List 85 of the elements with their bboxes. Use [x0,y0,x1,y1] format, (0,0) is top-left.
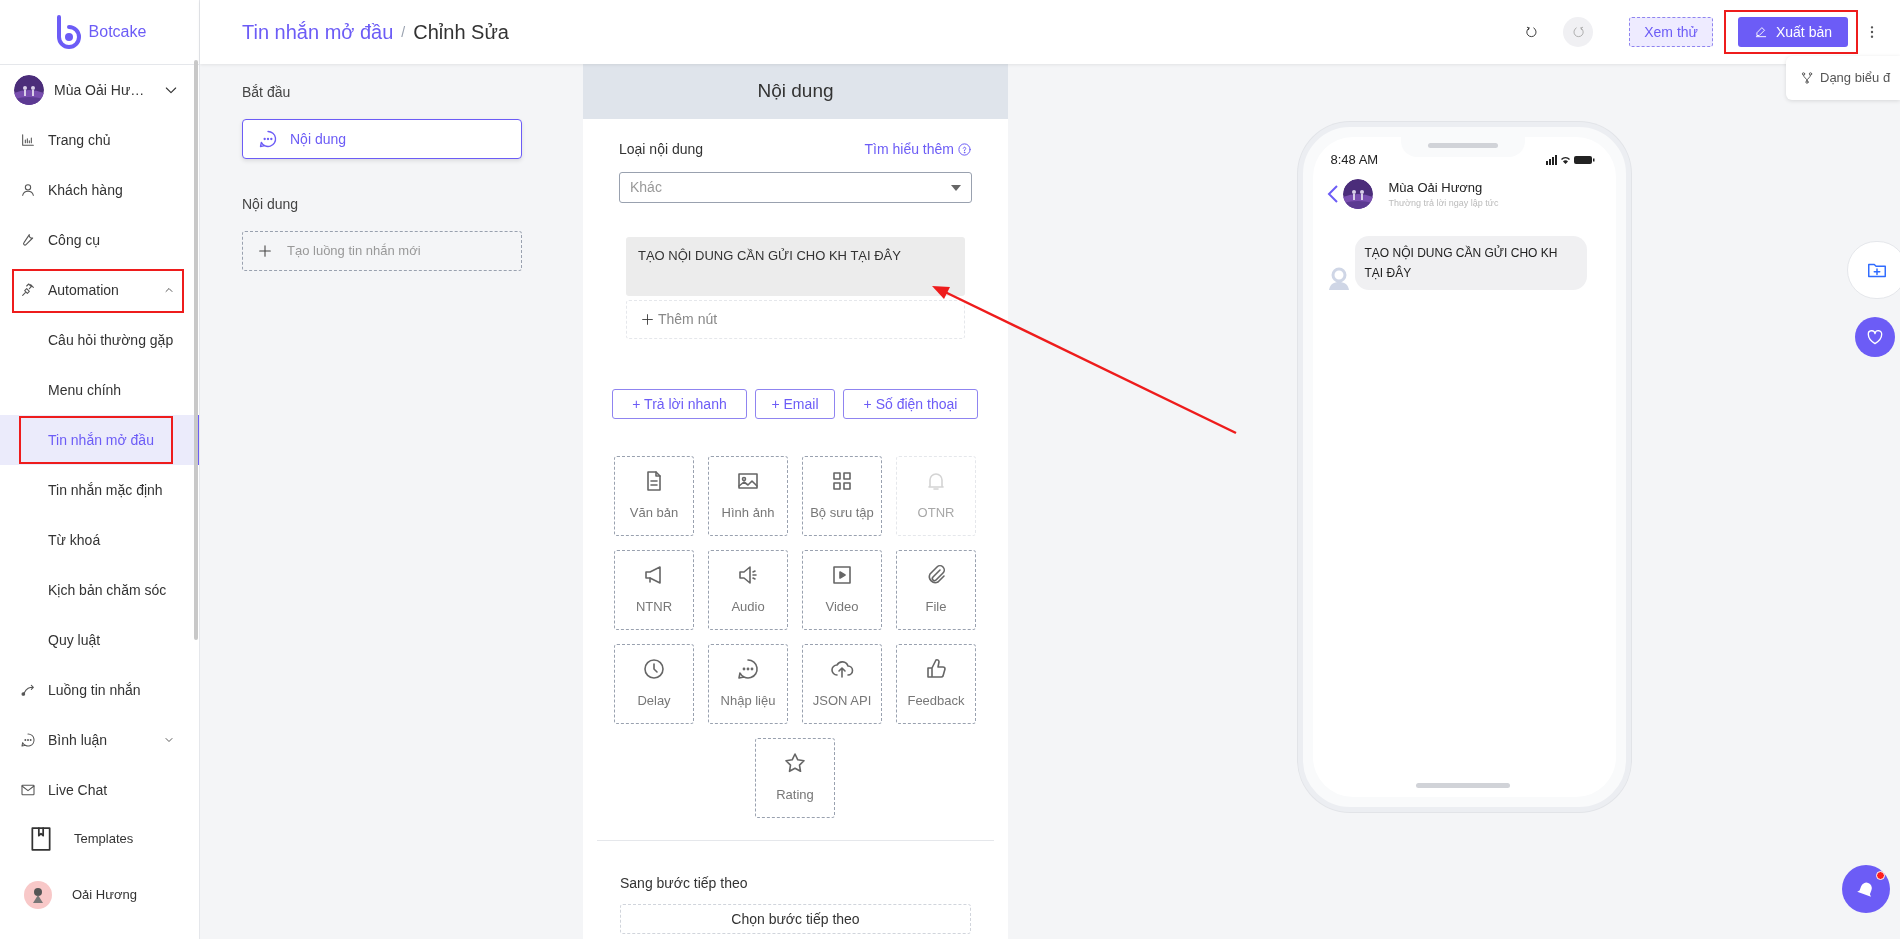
account-switcher[interactable]: Mùa Oải Hư… [0,65,199,115]
add-folder-button[interactable] [1847,241,1900,299]
next-step-button[interactable]: Chọn bước tiếp theo [620,904,971,934]
section-title: Bắt đầu [242,83,292,102]
dropdown-caret-icon [951,184,961,191]
sidebar-item[interactable]: Luồng tin nhắn [0,665,199,715]
sidebar-subitem[interactable]: Menu chính [0,365,199,415]
chat-bubble: TẠO NỘI DUNG CẦN GỬI CHO KH TẠI ĐÂY [1354,235,1587,290]
favorite-button[interactable] [1855,317,1895,357]
field-label: Sang bước tiếp theo [620,874,749,893]
page-title: Chỉnh Sửa [413,20,509,45]
field-label: Loại nội dung [619,140,704,159]
block-tile[interactable]: Video [802,550,882,630]
branch-icon [1800,71,1814,85]
sidebar-item[interactable]: Trang chủ [0,115,199,165]
status-icons [1545,154,1596,165]
clock-icon [642,657,666,682]
back-icon[interactable] [1326,184,1339,204]
sidebar-subitem[interactable]: Quy luật [0,615,199,665]
block-tile[interactable]: Nhập liệu [708,644,788,724]
quick-reply-button[interactable]: + Số điện thoại [843,389,978,419]
nav-icon [20,232,36,248]
nav-icon [20,132,36,148]
chat-name: Mùa Oải Hương [1388,178,1484,197]
user-avatar [24,881,52,909]
heart-icon [1865,327,1885,347]
view-menu[interactable]: Dạng biểu đ [1786,56,1900,100]
section-title: Nội dung [242,195,300,214]
block-tile[interactable]: Feedback [896,644,976,724]
chat-status: Thường trả lời ngay lập tức [1388,197,1499,210]
account-name: Mùa Oải Hư… [54,80,146,100]
scrollbar[interactable] [194,60,198,640]
nav-icon [20,732,36,748]
block-tile[interactable]: Audio [708,550,788,630]
block-tile[interactable]: File [896,550,976,630]
chat-bubble-icon [736,657,760,682]
templates-item[interactable]: Templates [0,815,199,863]
pencil-icon [1753,25,1768,39]
bookmark-icon [28,826,54,852]
status-time: 8:48 AM [1330,151,1379,169]
plus-icon [641,313,654,326]
sidebar-item[interactable]: Bình luận [0,715,199,765]
sidebar-item[interactable]: Automation [0,265,199,315]
block-tile[interactable]: Bộ sưu tập [802,456,882,536]
sidebar-subitem[interactable]: Kịch bản chăm sóc [0,565,199,615]
publish-button[interactable]: Xuất bản [1737,17,1848,47]
content-type-select[interactable]: Khác [619,172,972,203]
add-button[interactable]: Thêm nút [626,300,965,339]
block-tile[interactable]: Văn bản [614,456,694,536]
breadcrumb-link[interactable]: Tin nhắn mở đầu [242,17,394,47]
learn-more-link[interactable]: Tìm hiểu thêm [864,139,972,160]
preview-button[interactable]: Xem thử [1629,17,1713,47]
chat-bubble-icon [258,129,278,149]
block-tile[interactable]: NTNR [614,550,694,630]
block-tile[interactable]: Hình ảnh [708,456,788,536]
block-tile[interactable]: Rating [755,738,835,818]
flow-node[interactable]: Nội dung [242,119,522,159]
block-tile[interactable]: JSON API [802,644,882,724]
nav-icon [20,782,36,798]
page-avatar [1342,179,1373,209]
quick-reply-button[interactable]: + Email [755,389,835,419]
sidebar-subitem[interactable]: Tin nhắn mặc định [0,465,199,515]
brand-name: Botcake [88,22,147,42]
sidebar-item[interactable]: Live Chat [0,765,199,815]
notification-button[interactable] [1842,865,1890,913]
plus-icon [257,243,273,259]
sidebar-item[interactable]: Khách hàng [0,165,199,215]
sidebar-item[interactable]: Công cụ [0,215,199,265]
user-profile[interactable]: Oải Hương [0,863,199,927]
nav-icon [20,682,36,698]
nav-icon [20,182,36,198]
sidebar-subitem[interactable]: Tin nhắn mở đầu [0,415,199,465]
sender-avatar [1326,265,1351,290]
panel-title: Nội dung [757,79,834,104]
block-tile[interactable]: Delay [614,644,694,724]
breadcrumb-separator: / [401,22,406,42]
sidebar-subitem[interactable]: Câu hỏi thường gặp [0,315,199,365]
redo-icon [1571,25,1586,39]
quick-reply-button[interactable]: + Trả lời nhanh [612,389,747,419]
new-flow-button[interactable]: Tạo luồng tin nhắn mới [242,231,522,271]
undo-icon [1525,25,1540,39]
page-avatar [14,75,44,105]
nav-icon [20,282,36,298]
sidebar-subitem[interactable]: Từ khoá [0,515,199,565]
help-icon [957,142,972,157]
